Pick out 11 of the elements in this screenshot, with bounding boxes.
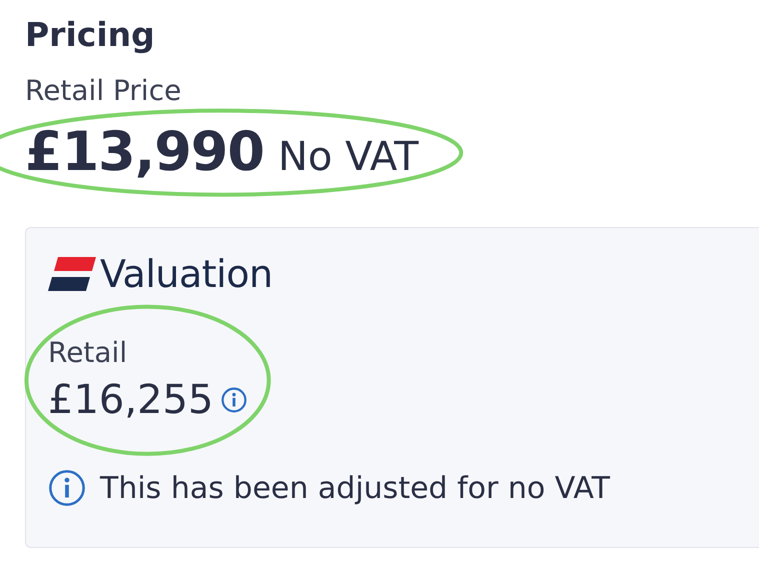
notice-text: This has been adjusted for no VAT — [100, 470, 610, 506]
retail-label: Retail — [48, 336, 128, 370]
retail-amount: £16,255 — [48, 377, 214, 424]
stripes-logo-icon — [48, 257, 96, 292]
info-icon — [48, 469, 86, 508]
price-label: Retail Price — [25, 72, 182, 109]
vat-note: No VAT — [278, 134, 419, 180]
price-amount: £13,990 — [25, 121, 264, 184]
info-icon[interactable] — [221, 387, 248, 414]
section-title: Pricing — [25, 14, 156, 56]
valuation-title: Valuation — [100, 252, 273, 296]
